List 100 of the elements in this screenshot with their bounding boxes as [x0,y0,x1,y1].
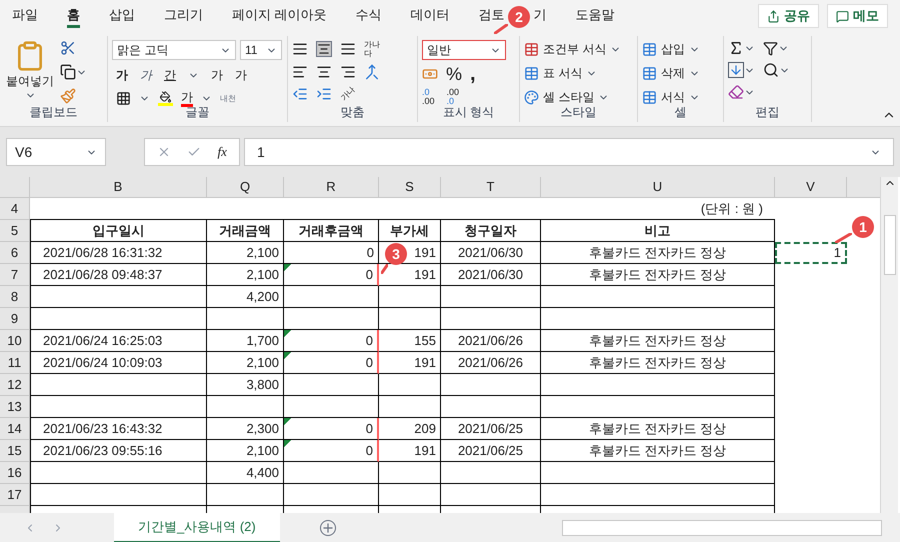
menu-tab[interactable]: 기 [534,4,547,28]
sheet-tab[interactable]: 기간별_사용내역 (2) [114,513,280,542]
row-header[interactable]: 9 [0,308,30,330]
row-header[interactable]: 6 [0,242,30,264]
column-header[interactable]: V [775,177,847,197]
shrink-font-button[interactable]: 가 [235,66,247,84]
row-header[interactable]: 17 [0,484,30,506]
row-header[interactable]: 14 [0,418,30,440]
copy-icon[interactable] [60,64,76,80]
row-header[interactable]: 16 [0,462,30,484]
selected-cell[interactable]: 1 [775,242,847,264]
scissors-icon[interactable] [60,40,76,56]
table-cell [379,374,441,396]
column-header[interactable]: U [541,177,775,197]
insert-function-button[interactable]: fx [218,142,227,162]
comma-button[interactable]: , [470,64,476,84]
row-header[interactable]: 11 [0,352,30,374]
row-header[interactable]: 8 [0,286,30,308]
table-cell: 2021/06/30 [441,264,541,286]
table-icon[interactable] [642,66,657,80]
row-header[interactable]: 13 [0,396,30,418]
grow-font-button[interactable]: 가 [211,66,223,84]
name-box[interactable]: V6 [6,138,106,166]
column-heading: 비고 [541,220,775,242]
bottom-align-icon[interactable] [340,41,356,57]
increase-indent-icon[interactable] [316,86,332,102]
menu-tab[interactable]: 검토 [478,4,505,28]
menu-tab[interactable]: 도움말 [576,4,615,28]
wrap-text-button[interactable]: 가나다 [364,40,380,58]
percent-button[interactable]: % [446,65,462,83]
share-button[interactable]: 공유 [758,4,819,28]
cells-menu-button[interactable]: 서식 [661,88,685,106]
scrollbar-thumb[interactable] [884,215,896,275]
decrease-decimal-button[interactable]: .00 .0 [446,88,460,106]
row-header[interactable]: 10 [0,330,30,352]
column-header[interactable]: R [284,177,379,197]
borders-icon[interactable] [116,91,131,106]
column-header[interactable]: Q [207,177,284,197]
table-cell: 2,300 [207,418,284,440]
bold-button[interactable]: 가 [116,66,128,84]
formula-field[interactable]: 1 [244,138,894,166]
search-icon[interactable] [763,62,779,78]
merge-icon[interactable] [364,64,380,80]
row-header[interactable]: 12 [0,374,30,396]
column-header[interactable]: S [379,177,441,197]
fill-down-icon[interactable] [728,62,744,78]
top-align-icon[interactable] [292,41,308,57]
table-cell: 후불카드 전자카드 정상 [541,440,775,462]
align-left-icon[interactable] [292,64,308,80]
palette-icon[interactable] [524,90,539,104]
menu-tab[interactable]: 데이터 [410,4,450,28]
italic-button[interactable]: 가 [140,66,152,84]
phonetic-button[interactable]: 내천 [220,94,236,102]
row-header[interactable]: 4 [0,198,30,220]
menu-tab[interactable]: 페이지 레이아웃 [232,4,327,28]
column-header[interactable]: B [30,177,207,197]
table-cell: 2021/06/23 09:55:16 [30,440,207,462]
row-header[interactable]: 7 [0,264,30,286]
paint-bucket-icon[interactable] [158,91,173,106]
increase-decimal-button[interactable]: .0 .00 [422,88,435,106]
horizontal-scrollbar[interactable] [562,520,882,536]
paintbrush-icon[interactable] [60,88,76,104]
orientation-button[interactable]: 가나 [338,84,358,104]
menu-tab[interactable]: 파일 [12,4,38,28]
table-icon[interactable] [524,66,539,80]
row-header[interactable]: 5 [0,220,30,242]
font-name-field[interactable]: 맑은 고딕 [112,40,236,60]
middle-align-icon[interactable] [316,41,332,57]
menu-tab[interactable]: 홈 [67,4,80,28]
cells-menu-button[interactable]: 삭제 [661,64,685,82]
column-header[interactable]: T [441,177,541,197]
cells-menu-button[interactable]: 삽입 [661,40,685,58]
column-heading: 거래금액 [207,220,284,242]
row-header[interactable]: 15 [0,440,30,462]
table-icon[interactable] [642,42,657,56]
table-cell: 2,100 [207,352,284,374]
table-icon[interactable] [524,42,539,56]
filter-icon[interactable] [763,40,778,56]
table-icon[interactable] [642,90,657,104]
table-cell: 0 [284,440,379,462]
paste-button[interactable]: 붙여넣기 [6,72,54,90]
table-cell: 2021/06/28 09:48:37 [30,264,207,286]
menu-tab[interactable]: 삽입 [109,4,135,28]
font-color-button[interactable]: 가 [181,90,193,107]
style-menu-button[interactable]: 표 서식 [543,64,582,82]
menu-tab[interactable]: 수식 [356,4,382,28]
table-cell: 2,100 [207,440,284,462]
number-format-field[interactable]: 일반 [422,40,506,60]
memo-button[interactable]: 메모 [827,4,888,28]
menu-tab[interactable]: 그리기 [164,4,203,28]
style-menu-button[interactable]: 조건부 서식 [543,40,606,58]
font-size-field[interactable]: 11 [240,40,282,60]
align-center-icon[interactable] [316,64,332,80]
underline-button[interactable]: 간 [164,66,176,84]
decrease-indent-icon[interactable] [292,86,308,102]
eraser-icon[interactable] [728,84,744,100]
vertical-scrollbar[interactable] [880,177,898,513]
add-sheet-icon[interactable] [320,520,336,536]
align-right-icon[interactable] [340,64,356,80]
style-menu-button[interactable]: 셀 스타일 [543,88,594,106]
